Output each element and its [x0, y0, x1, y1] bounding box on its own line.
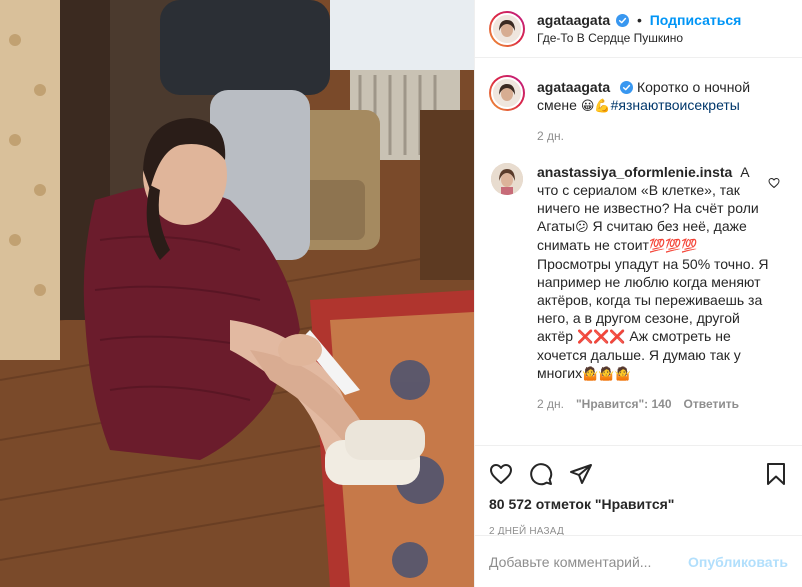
comment-emoji-3: ❌❌❌	[576, 329, 626, 344]
caption-author-username[interactable]: agataagata	[537, 79, 610, 95]
caption-meta: 2 дн.	[537, 127, 772, 145]
instagram-post: agataagata • Подписаться Где-То В Сердце…	[0, 0, 802, 587]
paper-plane-icon	[570, 464, 592, 484]
verified-badge-icon	[616, 13, 630, 27]
comment-emoji-1: 😕	[575, 219, 589, 234]
comment-meta: 2 дн. "Нравится": 140 Ответить	[537, 395, 772, 413]
like-button[interactable]	[489, 454, 529, 494]
heart-icon	[490, 464, 512, 484]
caption-author-avatar[interactable]	[489, 75, 525, 111]
comment-input[interactable]	[489, 553, 689, 570]
post-location[interactable]: Где-То В Сердце Пушкино	[537, 29, 741, 47]
action-icons-row	[489, 454, 788, 494]
post-caption: agataagata Коротко о ночной смене 😀💪#язн…	[489, 75, 788, 145]
caption-time[interactable]: 2 дн.	[537, 127, 564, 145]
follow-button[interactable]: Подписаться	[650, 12, 742, 28]
post-header: agataagata • Подписаться Где-То В Сердце…	[475, 0, 802, 58]
caption-emoji: 😀💪	[580, 98, 611, 113]
author-username[interactable]: agataagata	[537, 12, 610, 28]
comment-likes-count[interactable]: "Нравится": 140	[576, 395, 672, 413]
comments-list[interactable]: agataagata Коротко о ночной смене 😀💪#язн…	[475, 59, 802, 445]
caption-hashtag[interactable]: #язнаютвоисекреты	[611, 97, 740, 113]
commenter-avatar[interactable]	[491, 163, 523, 195]
post-likes-count[interactable]: 80 572 отметок "Нравится"	[489, 496, 788, 512]
comment-emoji-4: 🤷🤷🤷	[582, 366, 631, 381]
bookmark-icon	[767, 463, 785, 485]
save-button[interactable]	[748, 454, 788, 494]
add-comment-bar: Опубликовать	[475, 535, 802, 587]
avatar-image	[493, 79, 521, 107]
comment-button[interactable]	[529, 454, 569, 494]
post-side-panel: agataagata • Подписаться Где-То В Сердце…	[474, 0, 802, 587]
photo-illustration	[0, 0, 474, 587]
publish-button[interactable]: Опубликовать	[688, 554, 788, 570]
verified-badge-icon	[620, 81, 634, 94]
share-button[interactable]	[569, 454, 609, 494]
avatar-image	[493, 14, 521, 43]
comment-like-heart-icon[interactable]	[768, 177, 780, 189]
author-avatar[interactable]	[489, 10, 525, 47]
comment-emoji-2: 💯💯💯	[648, 238, 698, 253]
commenter-username[interactable]: anastassiya_oformlenie.insta	[537, 164, 732, 180]
comment-time[interactable]: 2 дн.	[537, 395, 564, 413]
post-photo[interactable]	[0, 0, 474, 587]
comment-reply-button[interactable]: Ответить	[684, 395, 739, 413]
separator-dot: •	[636, 11, 642, 28]
comment-icon	[530, 463, 553, 486]
avatar-image	[491, 163, 523, 195]
post-actions: 80 572 отметок "Нравится" 2 дней назад	[475, 445, 802, 537]
comment-item: anastassiya_oformlenie.insta А что с сер…	[489, 163, 788, 413]
